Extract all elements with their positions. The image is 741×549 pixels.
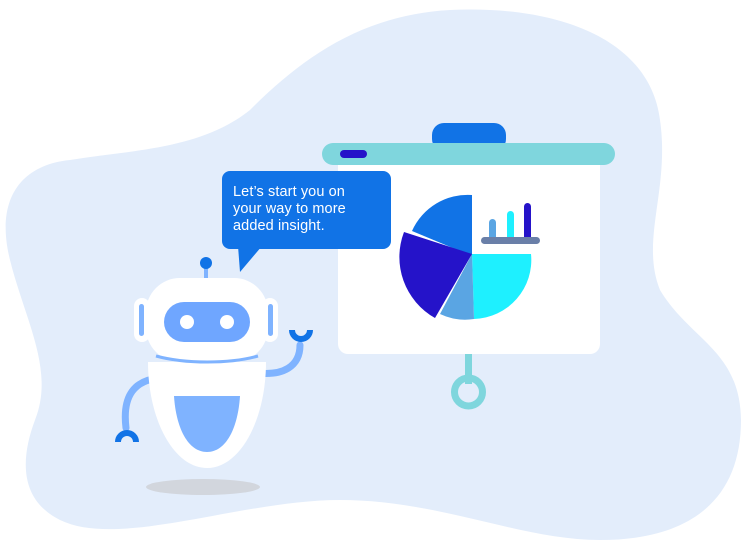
illustration-canvas — [5, 9, 741, 540]
board-bar-accent — [340, 150, 367, 158]
speech-bubble-text: Let’s start you on your way to more adde… — [233, 184, 383, 235]
bar-3 — [524, 203, 531, 241]
robot-eye-panel — [164, 302, 250, 342]
robot-shadow — [146, 479, 260, 495]
robot-eye-right — [220, 315, 234, 329]
speech-bubble-line-1: Let’s start you on — [233, 184, 345, 200]
bar-2 — [507, 211, 514, 241]
robot-antenna-ball — [200, 257, 212, 269]
speech-bubble-line-2: your way to more — [233, 201, 346, 217]
robot-eye-left — [180, 315, 194, 329]
bar-baseline — [481, 237, 540, 244]
speech-bubble-line-3: added insight. — [233, 218, 325, 234]
